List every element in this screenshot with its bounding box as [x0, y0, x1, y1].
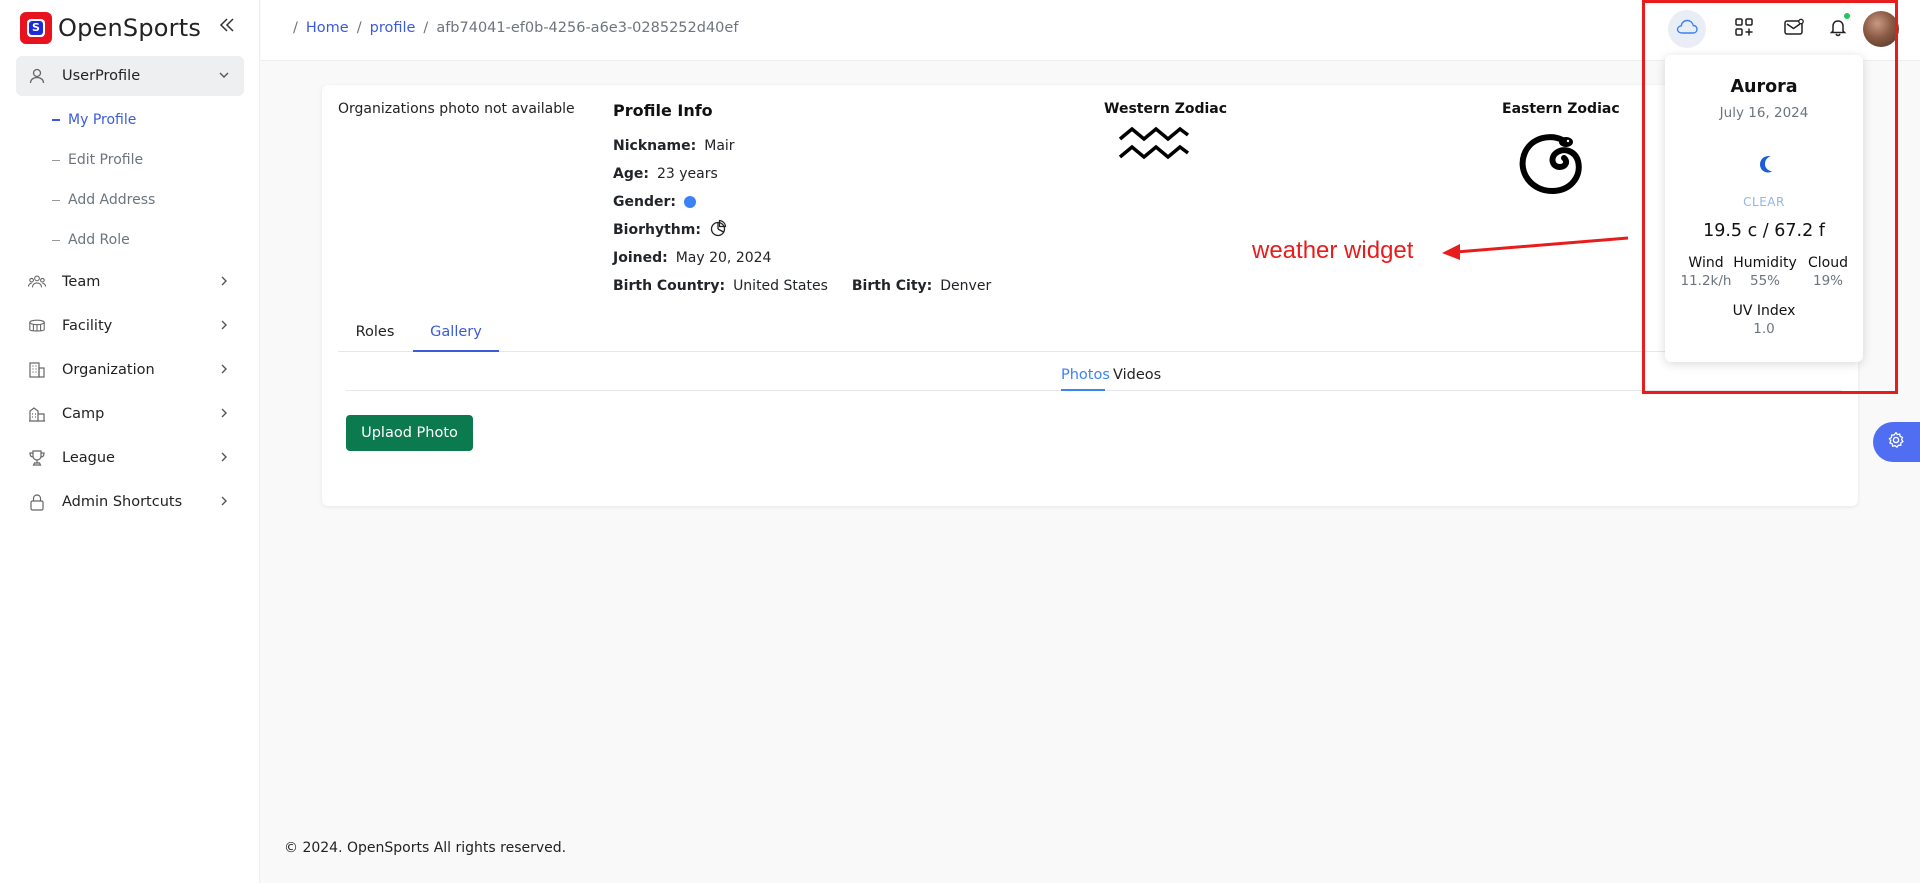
chevron-right-icon [218, 495, 232, 510]
biorhythm-chart-icon[interactable] [709, 219, 727, 241]
sidebar-subitem-add-address[interactable]: Add Address [52, 188, 155, 212]
western-zodiac-title: Western Zodiac [1104, 101, 1228, 117]
nickname-label: Nickname: [613, 138, 697, 154]
sidebar-item-label: Facility [62, 318, 113, 334]
collapse-sidebar-icon[interactable] [218, 16, 238, 38]
profile-card: Organizations photo not available Profil… [322, 85, 1858, 506]
sidebar-item-label: Admin Shortcuts [62, 494, 183, 510]
sidebar-subitem-label: Add Role [68, 232, 130, 248]
aquarius-icon [1118, 125, 1190, 165]
sidebar-item-camp[interactable]: Camp [16, 394, 244, 434]
tab-roles[interactable]: Roles [338, 312, 412, 352]
joined-value: May 20, 2024 [675, 250, 772, 266]
gender-dot [683, 196, 696, 208]
eastern-zodiac-title: Eastern Zodiac [1502, 101, 1620, 117]
breadcrumb-current: afb74041-ef0b-4256-a6e3-0285252d40ef [436, 20, 739, 36]
org-photo-placeholder: Organizations photo not available [338, 101, 575, 117]
birth-city-label: Birth City: [851, 278, 933, 294]
brand[interactable]: S OpenSports [20, 12, 201, 44]
sidebar: S OpenSports UserProfile My Profile Edit… [0, 0, 260, 883]
stadium-icon [28, 317, 46, 335]
chevron-right-icon [218, 407, 232, 422]
gear-icon [1887, 431, 1905, 453]
biorhythm-label: Biorhythm: [613, 222, 701, 238]
sidebar-item-label: Camp [62, 406, 105, 422]
chevron-right-icon [218, 319, 232, 334]
footer-copyright: © 2024. OpenSports All rights reserved. [284, 840, 567, 856]
chevron-down-icon [218, 69, 232, 84]
birth-country-value: United States [733, 278, 828, 294]
team-icon [28, 273, 46, 291]
joined-row: Joined: May 20, 2024 [613, 244, 991, 272]
sidebar-item-team[interactable]: Team [16, 262, 244, 302]
annotation-highlight-box [1642, 0, 1898, 394]
sidebar-item-label: UserProfile [62, 68, 141, 84]
sidebar-item-organization[interactable]: Organization [16, 350, 244, 390]
sidebar-item-label: League [62, 450, 115, 466]
sidebar-subitem-label: My Profile [68, 112, 137, 128]
sidebar-item-label: Team [62, 274, 101, 290]
birth-row: Birth Country: United States Birth City: D… [613, 272, 991, 300]
snake-icon [1512, 125, 1588, 205]
camp-icon [28, 405, 46, 423]
age-value: 23 years [656, 166, 718, 182]
sidebar-item-label: Organization [62, 362, 155, 378]
building-icon [28, 361, 46, 379]
sidebar-item-admin-shortcuts[interactable]: Admin Shortcuts [16, 482, 244, 522]
biorhythm-row: Biorhythm: [613, 216, 991, 244]
user-icon [28, 67, 46, 85]
tab-photos[interactable]: Photos [1061, 367, 1110, 391]
brand-logo: S [20, 12, 52, 44]
profile-info-title: Profile Info [613, 101, 713, 120]
nickname-row: Nickname: Mair [613, 132, 991, 160]
sidebar-subitem-edit-profile[interactable]: Edit Profile [52, 148, 143, 172]
gallery-tabs: Photos Videos [346, 367, 1842, 391]
gender-label: Gender: [613, 194, 676, 210]
tab-gallery[interactable]: Gallery [413, 312, 499, 352]
brand-logo-letter: S [29, 21, 43, 35]
sidebar-subitem-label: Edit Profile [68, 152, 144, 168]
breadcrumb-home-link[interactable]: Home [306, 20, 349, 36]
joined-label: Joined: [613, 250, 668, 266]
birth-country-label: Birth Country: [613, 278, 726, 294]
age-row: Age: 23 years [613, 160, 991, 188]
brand-name: OpenSports [58, 14, 202, 42]
breadcrumb: / Home / profile / afb74041-ef0b-4256-a6… [293, 20, 739, 36]
upload-photo-button[interactable]: Uplaod Photo [346, 415, 473, 451]
annotation-label: weather widget [1252, 237, 1414, 264]
age-label: Age: [613, 166, 649, 182]
sidebar-subitem-my-profile[interactable]: My Profile [52, 108, 136, 132]
profile-tabs: Roles Gallery [338, 312, 1842, 352]
trophy-icon [28, 449, 46, 467]
chevron-right-icon [218, 363, 232, 378]
sidebar-subitem-label: Add Address [68, 192, 156, 208]
birth-city-value: Denver [940, 278, 992, 294]
nickname-value: Mair [704, 138, 735, 154]
chevron-right-icon [218, 451, 232, 466]
sidebar-item-userprofile[interactable]: UserProfile [16, 56, 244, 96]
gender-row: Gender: [613, 188, 991, 216]
settings-button[interactable] [1873, 422, 1920, 462]
tab-videos[interactable]: Videos [1113, 367, 1161, 391]
profile-info: Profile Info Nickname: Mair Age: 23 years … [613, 101, 991, 300]
breadcrumb-profile-link[interactable]: profile [370, 20, 416, 36]
annotation-arrow [1442, 236, 1629, 260]
sidebar-item-facility[interactable]: Facility [16, 306, 244, 346]
chevron-right-icon [218, 275, 232, 290]
lock-icon [28, 493, 46, 511]
sidebar-subitem-add-role[interactable]: Add Role [52, 228, 130, 252]
sidebar-item-league[interactable]: League [16, 438, 244, 478]
